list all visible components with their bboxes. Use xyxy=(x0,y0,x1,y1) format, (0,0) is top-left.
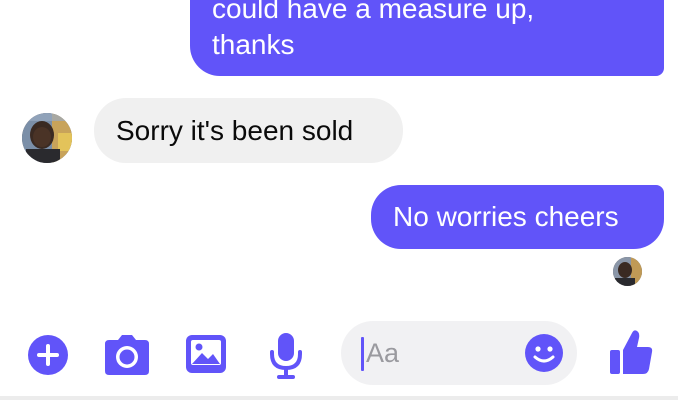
contact-avatar-image xyxy=(22,113,72,163)
thumbs-up-icon[interactable] xyxy=(608,328,654,376)
plus-icon[interactable] xyxy=(27,334,69,376)
messenger-screen: could have a measure up, thanks Sorry it… xyxy=(0,0,678,400)
outgoing-message-bubble[interactable]: No worries cheers xyxy=(371,185,664,249)
composer-toolbar xyxy=(0,310,678,400)
image-icon[interactable] xyxy=(185,334,227,374)
incoming-message-bubble[interactable]: Sorry it's been sold xyxy=(94,98,403,163)
message-composer[interactable] xyxy=(341,321,577,385)
message-input[interactable] xyxy=(366,333,516,373)
message-text-line: could have a measure up, xyxy=(212,0,535,24)
microphone-icon[interactable] xyxy=(268,332,304,380)
message-text-line: Sorry it's been sold xyxy=(116,115,354,146)
contact-avatar[interactable] xyxy=(22,113,72,163)
emoji-icon[interactable] xyxy=(524,333,564,373)
camera-icon[interactable] xyxy=(104,334,150,376)
seen-receipt-avatar-image xyxy=(613,257,642,286)
message-text-line: thanks xyxy=(212,29,295,60)
message-text-line: No worries cheers xyxy=(393,201,619,232)
outgoing-message-bubble[interactable]: could have a measure up, thanks xyxy=(190,0,664,76)
text-cursor xyxy=(361,337,364,371)
seen-receipt-avatar xyxy=(613,257,642,286)
bottom-divider xyxy=(0,396,678,400)
